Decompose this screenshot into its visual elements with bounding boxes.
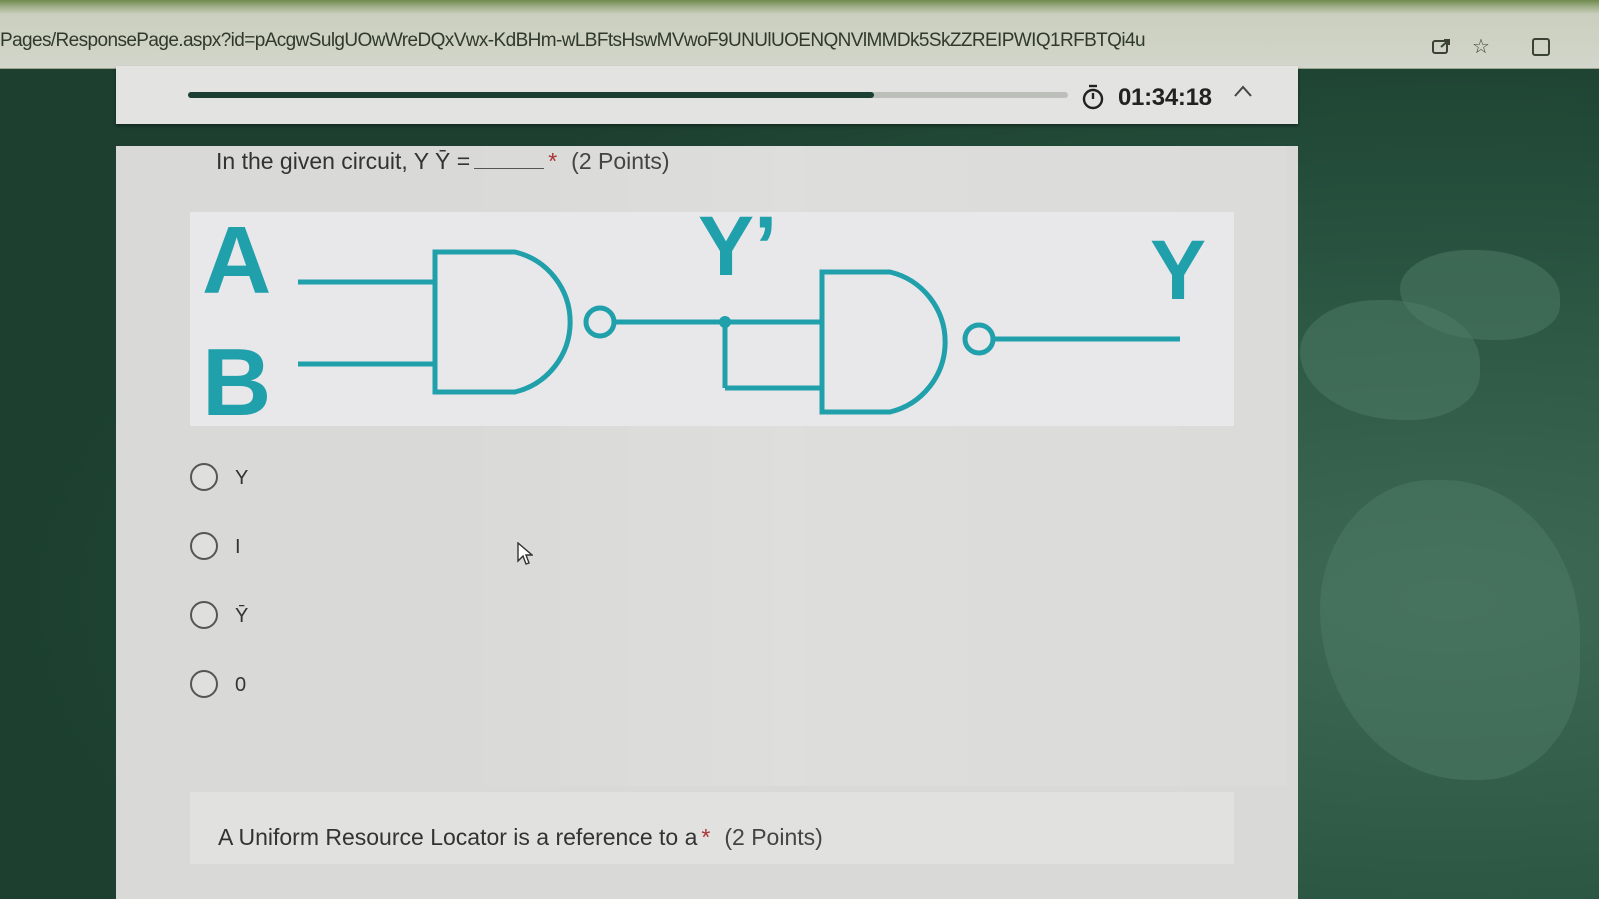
option-label: 0 bbox=[235, 674, 247, 696]
output-label: Y bbox=[1150, 223, 1207, 317]
tab-icon[interactable] bbox=[1530, 36, 1552, 58]
share-icon[interactable] bbox=[1430, 36, 1452, 58]
option-label: Ȳ bbox=[235, 605, 249, 627]
radio-button[interactable] bbox=[190, 463, 218, 491]
progress-bar bbox=[188, 92, 1068, 98]
mouse-cursor-icon bbox=[517, 542, 533, 565]
question-2-title: A Uniform Resource Locator is a referenc… bbox=[218, 824, 823, 851]
question-text: In the given circuit, Y Ȳ = bbox=[216, 148, 471, 174]
timer-text: 01:34:18 bbox=[1118, 84, 1212, 111]
url-text[interactable]: Pages/ResponsePage.aspx?id=pAcgwSulgUOwW… bbox=[0, 30, 1240, 52]
question-points: (2 Points) bbox=[571, 148, 670, 174]
progress-bar-fill bbox=[188, 92, 875, 98]
question-text: A Uniform Resource Locator is a referenc… bbox=[218, 824, 698, 850]
required-marker: * bbox=[548, 148, 558, 174]
input-b-label: B bbox=[202, 329, 272, 436]
map-continent bbox=[1320, 480, 1580, 780]
option-label: I bbox=[235, 536, 241, 558]
browser-address-bar[interactable]: Pages/ResponsePage.aspx?id=pAcgwSulgUOwW… bbox=[0, 0, 1599, 69]
radio-button[interactable] bbox=[190, 532, 218, 560]
question-points: (2 Points) bbox=[724, 824, 823, 850]
chevron-up-icon[interactable] bbox=[1230, 84, 1256, 110]
question-1-title: In the given circuit, Y Ȳ = * (2 Points) bbox=[216, 148, 670, 175]
intermediate-label: Y’ bbox=[698, 199, 778, 293]
input-a-label: A bbox=[202, 207, 272, 314]
answer-blank bbox=[474, 150, 545, 169]
timer-icon bbox=[1082, 84, 1104, 110]
circuit-image: A B Y’ Y bbox=[190, 199, 1234, 436]
option-label: Y bbox=[235, 467, 249, 489]
progress-header: 01:34:18 bbox=[116, 66, 1298, 124]
required-marker: * bbox=[701, 824, 711, 850]
star-icon[interactable]: ☆ bbox=[1470, 36, 1492, 58]
radio-button[interactable] bbox=[190, 601, 218, 629]
radio-button[interactable] bbox=[190, 670, 218, 698]
